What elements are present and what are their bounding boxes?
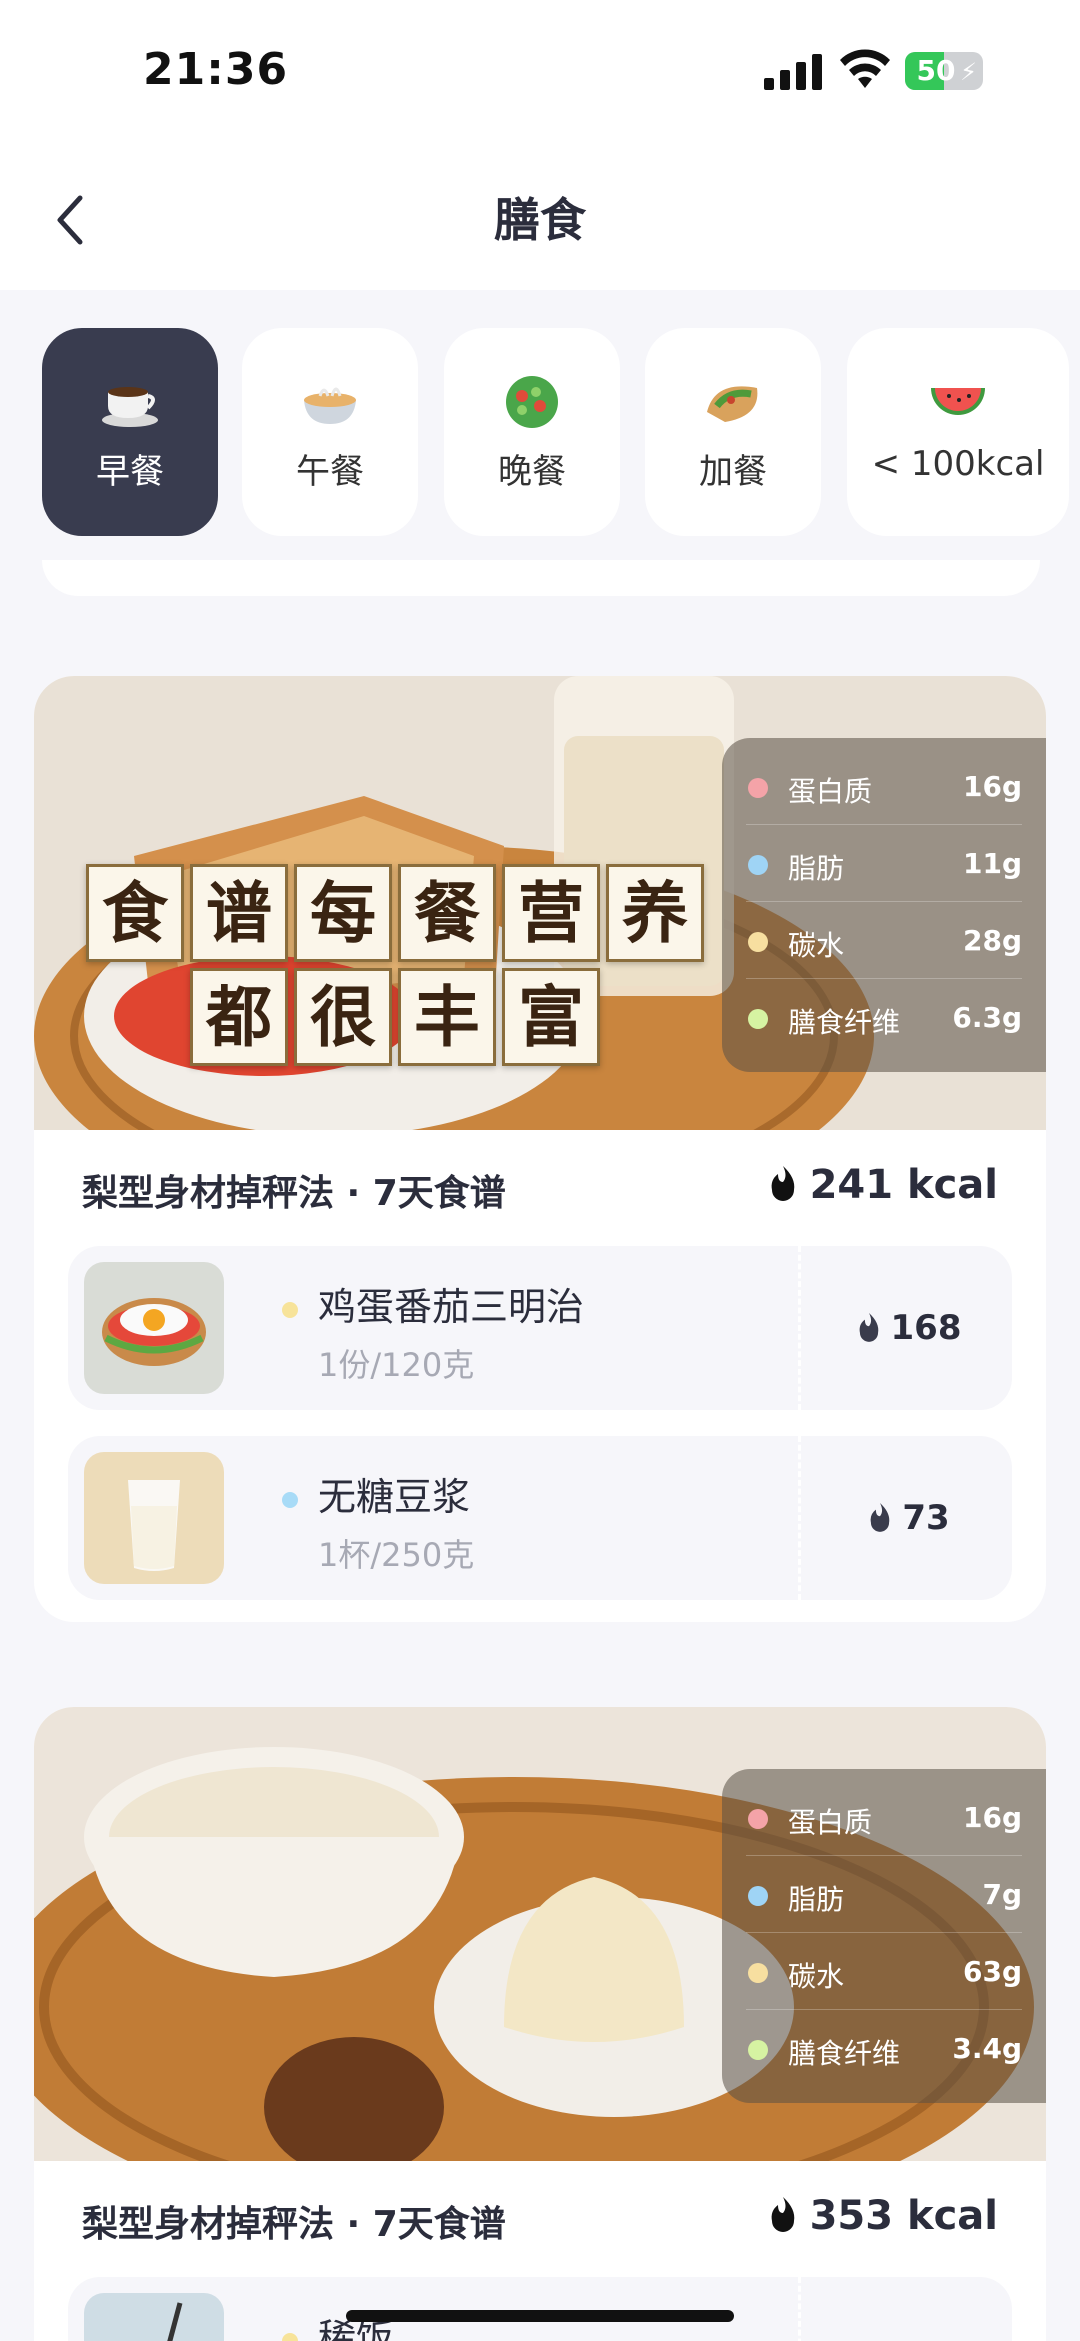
- battery-percent: 50: [916, 54, 956, 87]
- nutrition-row: 脂肪 7g: [746, 1856, 1022, 1933]
- nutrition-row: 蛋白质 16g: [746, 1779, 1022, 1856]
- tab-label: 晚餐: [498, 452, 566, 492]
- recipe-title: 梨型身材掉秤法 · 7天食谱: [82, 1173, 506, 1214]
- recipe-title: 梨型身材掉秤法 · 7天食谱: [82, 2204, 506, 2245]
- watermelon-icon: [931, 388, 985, 415]
- nutrition-row: 蛋白质 16g: [746, 748, 1022, 825]
- home-indicator[interactable]: [346, 2310, 734, 2322]
- nutrition-row: 膳食纤维 3.4g: [746, 2010, 1022, 2087]
- banner-char: 养: [606, 864, 704, 962]
- tab-lunch[interactable]: 午餐: [242, 328, 418, 536]
- tab-snack[interactable]: 加餐: [645, 328, 821, 536]
- banner-char: 丰: [398, 968, 496, 1066]
- previous-card-edge: [42, 560, 1040, 596]
- promo-banner: 食 谱 每 餐 营 养 都 很 丰 富: [80, 858, 710, 1068]
- banner-char: 营: [502, 864, 600, 962]
- food-thumbnail: [84, 1262, 224, 1394]
- tab-label: 早餐: [96, 452, 164, 492]
- nutrition-row: 膳食纤维 6.3g: [746, 979, 1022, 1056]
- food-name: 无糖豆浆: [318, 1475, 471, 1519]
- noodle-bowl-icon: [304, 387, 356, 424]
- nutrition-panel: 蛋白质 16g 脂肪 11g 碳水 28g 膳食纤维 6.3g: [722, 738, 1046, 1072]
- status-time: 21:36: [143, 44, 289, 95]
- food-item[interactable]: 鸡蛋番茄三明治 1份/120克 168: [68, 1246, 1012, 1410]
- banner-char: 每: [294, 864, 392, 962]
- nutrition-panel: 蛋白质 16g 脂肪 7g 碳水 63g 膳食纤维 3.4g: [722, 1769, 1046, 2103]
- tab-label: 加餐: [699, 452, 767, 492]
- food-portion: 1份/120克: [318, 1346, 475, 1384]
- flame-icon: [771, 1166, 794, 1201]
- food-item[interactable]: 稀饭: [68, 2277, 1012, 2341]
- nutrition-row: 碳水 28g: [746, 902, 1022, 979]
- banner-char: 很: [294, 968, 392, 1066]
- total-calories: 353 kcal: [766, 2193, 998, 2239]
- nutrition-row: 脂肪 11g: [746, 825, 1022, 902]
- food-thumbnail: [84, 1452, 224, 1584]
- banner-char: 谱: [190, 864, 288, 962]
- flame-icon: [859, 1313, 878, 1342]
- battery-icon: 50 ⚡: [905, 52, 983, 90]
- tab-label: 午餐: [296, 452, 364, 492]
- banner-char: 富: [502, 968, 600, 1066]
- nutrition-row: 碳水 63g: [746, 1933, 1022, 2010]
- recipe-card[interactable]: 蛋白质 16g 脂肪 7g 碳水 63g 膳食纤维 3.4g 梨型身材掉秤法 · 7天食…: [34, 1707, 1046, 2341]
- page-title: 膳食: [494, 193, 586, 247]
- tab-dinner[interactable]: 晚餐: [444, 328, 620, 536]
- food-name: 鸡蛋番茄三明治: [318, 1285, 585, 1329]
- food-thumbnail: [84, 2293, 224, 2341]
- wifi-icon: [840, 49, 890, 88]
- status-bar: 21:36 50 ⚡: [0, 0, 1080, 150]
- flame-icon: [870, 1503, 890, 1532]
- food-calories: 168: [804, 1246, 1012, 1410]
- meal-category-tabs: 早餐 午餐 晚餐 加餐 < 100kcal: [42, 328, 1080, 538]
- stuffed-flatbread-icon: [707, 386, 758, 422]
- nav-bar: 膳食: [0, 150, 1080, 290]
- total-calories: 241 kcal: [766, 1162, 998, 1208]
- salad-icon: [506, 376, 558, 428]
- banner-char: 都: [190, 968, 288, 1066]
- banner-char: 食: [86, 864, 184, 962]
- tab-under-100kcal[interactable]: < 100kcal: [847, 328, 1069, 536]
- food-item[interactable]: 无糖豆浆 1杯/250克 73: [68, 1436, 1012, 1600]
- banner-char: 餐: [398, 864, 496, 962]
- tab-breakfast[interactable]: 早餐: [42, 328, 218, 536]
- food-calories: 73: [804, 1436, 1012, 1600]
- flame-icon: [771, 2197, 794, 2232]
- back-arrow-icon[interactable]: [50, 190, 94, 250]
- recipe-card[interactable]: 蛋白质 16g 脂肪 11g 碳水 28g 膳食纤维 6.3g 梨型身材掉秤法 · 7天…: [34, 676, 1046, 1622]
- tab-label: < 100kcal: [871, 444, 1045, 484]
- cellular-signal-icon: [764, 52, 822, 90]
- coffee-cup-icon: [102, 387, 158, 427]
- food-portion: 1杯/250克: [318, 1536, 475, 1574]
